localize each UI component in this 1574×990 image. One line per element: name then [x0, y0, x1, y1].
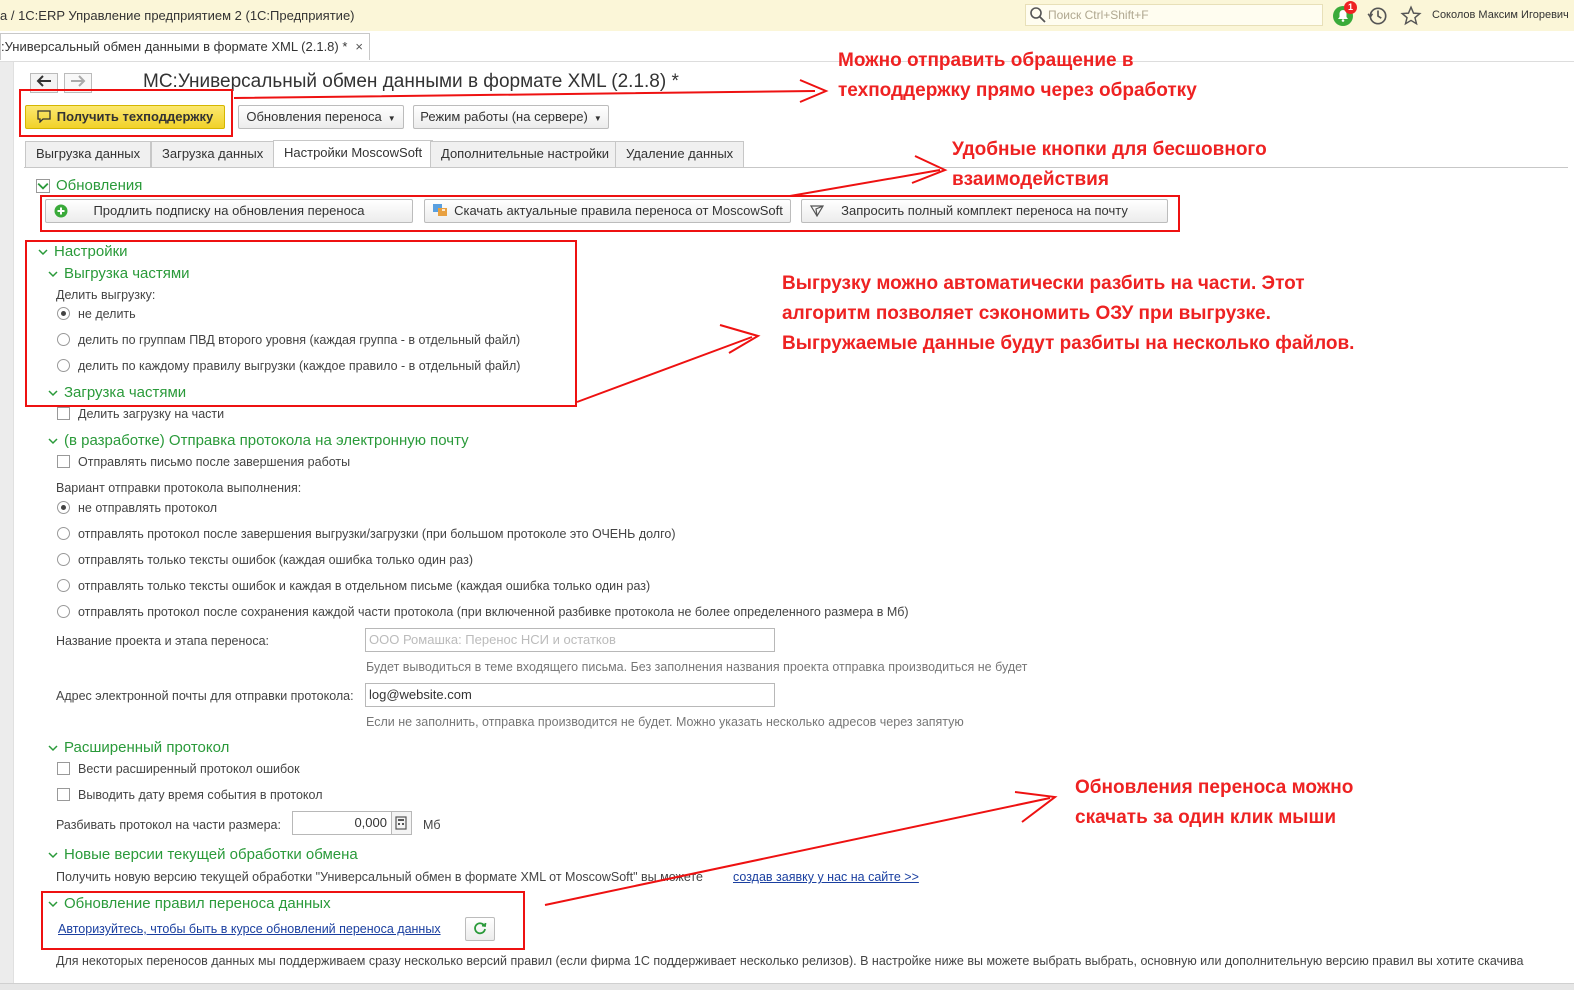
transfer-updates-label: Обновления переноса: [246, 109, 382, 124]
split-size-input[interactable]: 0,000: [292, 811, 392, 835]
arrow-split: [576, 324, 761, 403]
tab-export[interactable]: Выгрузка данных: [25, 141, 152, 167]
document-tab[interactable]: :Универсальный обмен данными в формате X…: [0, 33, 371, 60]
checkbox-label: Делить загрузку на части: [78, 407, 225, 421]
project-name-hint: Будет выводиться в теме входящего письма…: [366, 660, 1028, 674]
tab-import[interactable]: Загрузка данных: [151, 141, 275, 167]
chevron-down-icon: ▼: [387, 114, 396, 123]
chevron-down-icon: ▼: [593, 114, 602, 123]
highlight-box-support: [19, 89, 233, 137]
annotation-line: Выгружаемые данные будут разбиты на неск…: [782, 333, 1355, 354]
annotation-line: алгоритм позволяет сэкономить ОЗУ при вы…: [782, 303, 1271, 324]
tab-moscowsoft-settings[interactable]: Настройки MoscowSoft: [273, 140, 434, 168]
checkbox-send-after-finish[interactable]: [57, 455, 70, 468]
arrow-right-icon: [71, 75, 86, 87]
left-panel-stripe: [0, 62, 14, 989]
highlight-box-buttons: [40, 195, 1180, 232]
group-new-versions-header[interactable]: Новые версии текущей обработки обмена: [48, 846, 358, 863]
radio-send-none[interactable]: [57, 501, 70, 514]
annotation-buttons: Удобные кнопки для бесшовного взаимодейс…: [952, 135, 1267, 195]
radio-label: не отправлять протокол: [78, 501, 218, 515]
group-extended-protocol-header[interactable]: Расширенный протокол: [48, 739, 229, 756]
radio-send-full[interactable]: [57, 527, 70, 540]
group-extended-protocol-title: Расширенный протокол: [64, 739, 230, 756]
radio-label: отправлять только тексты ошибок (каждая …: [78, 553, 473, 567]
arrow-left-icon: [36, 75, 51, 87]
favorites-star-icon[interactable]: [1400, 5, 1422, 27]
calculator-button[interactable]: [392, 811, 412, 835]
annotation-line: техподдержку прямо через обработку: [838, 80, 1197, 101]
title-bar: а / 1С:ERP Управление предприятием 2 (1С…: [0, 0, 1574, 32]
checkbox-split-import[interactable]: [57, 407, 70, 420]
annotation-line: Выгрузку можно автоматически разбить на …: [782, 273, 1305, 294]
annotation-line: взаимодействия: [952, 169, 1109, 190]
checkbox-extended-errors[interactable]: [57, 762, 70, 775]
radio-label: отправлять протокол после завершения выг…: [78, 527, 676, 541]
chevron-down-icon: [48, 852, 58, 859]
annotation-line: скачать за один клик мыши: [1075, 807, 1336, 828]
checkbox-label: Вести расширенный протокол ошибок: [78, 762, 300, 776]
history-icon[interactable]: [1367, 5, 1389, 27]
email-label: Адрес электронной почты для отправки про…: [56, 689, 354, 703]
annotation-download: Обновления переноса можно скачать за оди…: [1075, 773, 1353, 833]
checkbox-event-datetime[interactable]: [57, 788, 70, 801]
search-input[interactable]: Поиск Ctrl+Shift+F: [1025, 4, 1323, 26]
rules-versions-note: Для некоторых переносов данных мы поддер…: [56, 954, 1524, 968]
send-variant-label: Вариант отправки протокола выполнения:: [56, 481, 302, 495]
group-email-protocol-title: (в разработке) Отправка протокола на эле…: [64, 432, 469, 449]
document-tab-label: :Универсальный обмен данными в формате X…: [1, 39, 348, 54]
tab-delete-data[interactable]: Удаление данных: [615, 141, 745, 167]
search-placeholder: Поиск Ctrl+Shift+F: [1048, 8, 1149, 22]
notifications-bell-icon[interactable]: 1: [1332, 1, 1357, 26]
create-request-link[interactable]: создав заявку у нас на сайте >>: [733, 870, 919, 884]
highlight-box-rules: [41, 891, 525, 950]
group-updates-title: Обновления: [56, 177, 143, 194]
project-name-label: Название проекта и этапа переноса:: [56, 634, 270, 648]
close-icon[interactable]: ×: [355, 39, 363, 54]
split-size-unit: Мб: [423, 818, 441, 832]
notification-badge: 1: [1344, 1, 1357, 14]
tab-additional-settings[interactable]: Дополнительные настройки: [430, 141, 621, 167]
search-icon: [1030, 7, 1046, 23]
radio-label: отправлять протокол после сохранения каж…: [78, 605, 909, 619]
transfer-updates-dropdown[interactable]: Обновления переноса ▼: [238, 105, 404, 129]
new-versions-text: Получить новую версию текущей обработки …: [56, 870, 703, 884]
chevron-down-icon: [48, 438, 58, 445]
arrow-download: [544, 791, 1058, 906]
email-hint: Если не заполнить, отправка производится…: [366, 715, 964, 729]
work-mode-dropdown[interactable]: Режим работы (на сервере) ▼: [413, 105, 609, 129]
tab-underline: [24, 167, 1568, 168]
chevron-down-icon: [48, 745, 58, 752]
split-size-label: Разбивать протокол на части размера:: [56, 818, 281, 832]
group-updates-header[interactable]: Обновления: [36, 177, 142, 194]
radio-send-each-part[interactable]: [57, 605, 70, 618]
highlight-box-split: [25, 240, 577, 407]
annotation-split: Выгрузку можно автоматически разбить на …: [782, 269, 1354, 359]
radio-label: отправлять только тексты ошибок и каждая…: [78, 579, 651, 593]
chevron-down-icon: [36, 179, 50, 194]
calculator-icon: [395, 816, 407, 830]
arrow-buttons: [789, 155, 948, 197]
checkbox-label: Выводить дату время события в протокол: [78, 788, 323, 802]
window-title: а / 1С:ERP Управление предприятием 2 (1С…: [0, 8, 355, 23]
checkbox-label: Отправлять письмо после завершения работ…: [78, 455, 351, 469]
annotation-support: Можно отправить обращение в техподдержку…: [838, 46, 1197, 106]
radio-send-errors[interactable]: [57, 553, 70, 566]
email-input[interactable]: log@website.com: [365, 683, 775, 707]
work-mode-label: Режим работы (на сервере): [420, 109, 588, 124]
radio-send-errors-separate[interactable]: [57, 579, 70, 592]
annotation-line: Можно отправить обращение в: [838, 50, 1134, 71]
annotation-line: Удобные кнопки для бесшовного: [952, 139, 1267, 160]
project-name-input[interactable]: ООО Ромашка: Перенос НСИ и остатков: [365, 628, 775, 652]
group-new-versions-title: Новые версии текущей обработки обмена: [64, 846, 358, 863]
user-name[interactable]: Соколов Максим Игоревич: [1432, 9, 1569, 21]
annotation-line: Обновления переноса можно: [1075, 777, 1354, 798]
group-email-protocol-header[interactable]: (в разработке) Отправка протокола на эле…: [48, 432, 469, 449]
